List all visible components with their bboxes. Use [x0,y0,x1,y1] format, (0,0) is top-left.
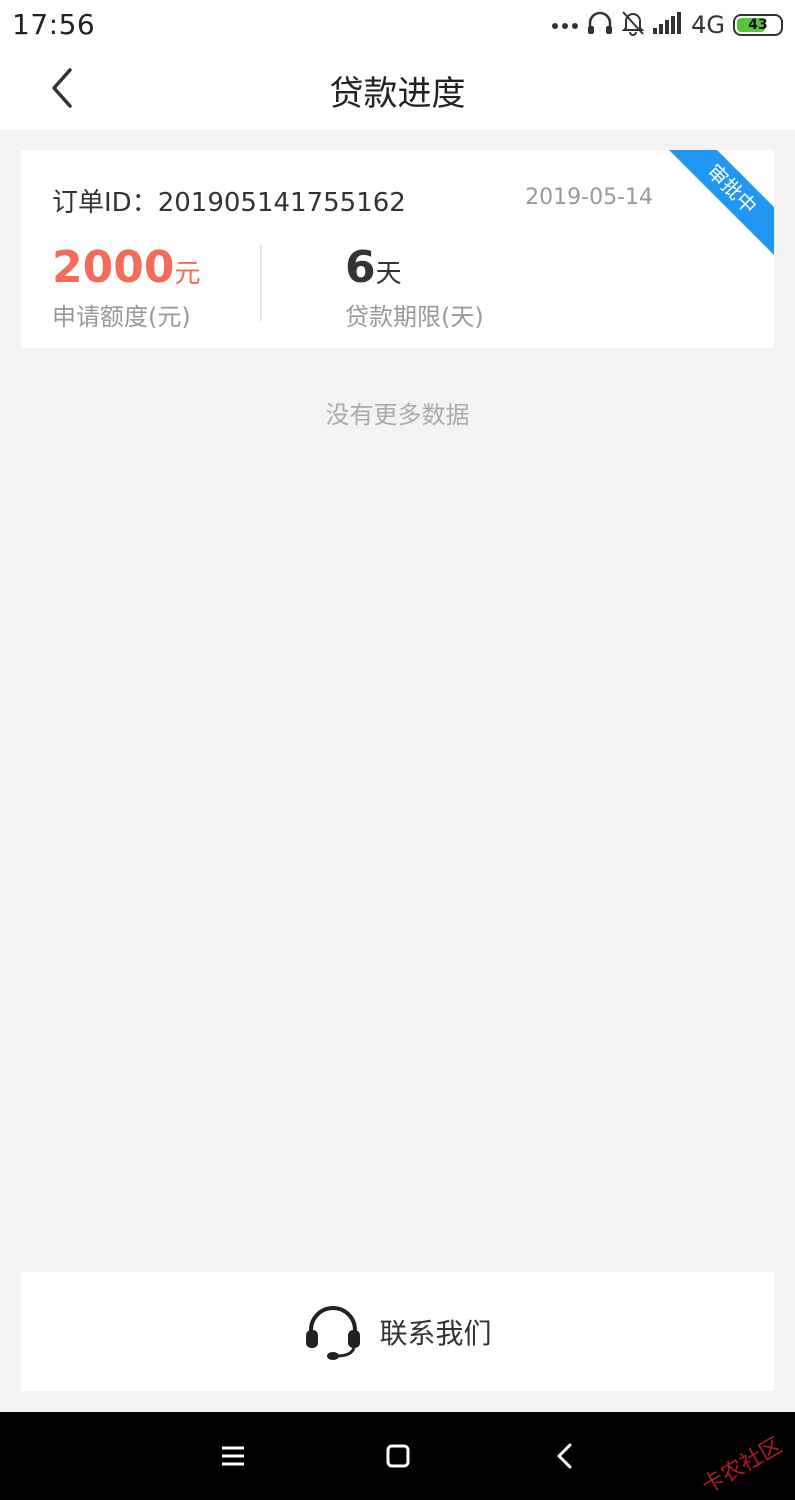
network-type: 4G [691,11,725,39]
amount-value: 2000 [52,242,175,293]
order-card[interactable]: 订单ID：201905141755162 2019-05-14 审批中 2000… [21,150,774,348]
list-end-text: 没有更多数据 [325,401,470,429]
more-dots-icon [551,16,579,35]
contact-us-label: 联系我们 [379,1316,492,1350]
home-button[interactable] [378,1436,418,1476]
signal-icon [653,12,683,38]
contact-us-button[interactable]: 联系我们 [21,1272,774,1391]
page-title: 贷款进度 [329,74,466,114]
term-label: 贷款期限(天) [345,303,484,331]
menu-icon [222,1446,244,1466]
menu-button[interactable] [213,1436,253,1476]
order-id: 订单ID：201905141755162 [52,188,406,218]
term-value: 6 [345,242,376,293]
battery-icon: 43 [733,14,783,36]
home-icon [386,1444,410,1468]
order-date: 2019-05-14 [525,185,653,210]
watermark: 卡农社区 [697,1433,787,1499]
bell-muted-icon [621,10,645,40]
system-back-button[interactable] [545,1436,585,1476]
status-badge: 审批中 [663,150,774,258]
battery-percent: 43 [748,17,768,33]
divider [260,245,262,321]
status-bar: 17:56 4G 43 [0,0,795,50]
headset-icon [306,1305,361,1360]
headphones-icon [587,11,613,39]
term-block: 6天 贷款期限(天) [345,242,484,332]
amount-label: 申请额度(元) [52,303,191,331]
status-time: 17:56 [12,8,96,41]
amount-block: 2000元 申请额度(元) [52,242,200,332]
status-icons: 4G 43 [551,10,783,40]
term-unit: 天 [375,259,402,289]
system-nav-bar: 卡农社区 [0,1412,795,1500]
amount-unit: 元 [174,259,201,289]
nav-bar: 贷款进度 [0,50,795,130]
back-icon [557,1443,572,1469]
